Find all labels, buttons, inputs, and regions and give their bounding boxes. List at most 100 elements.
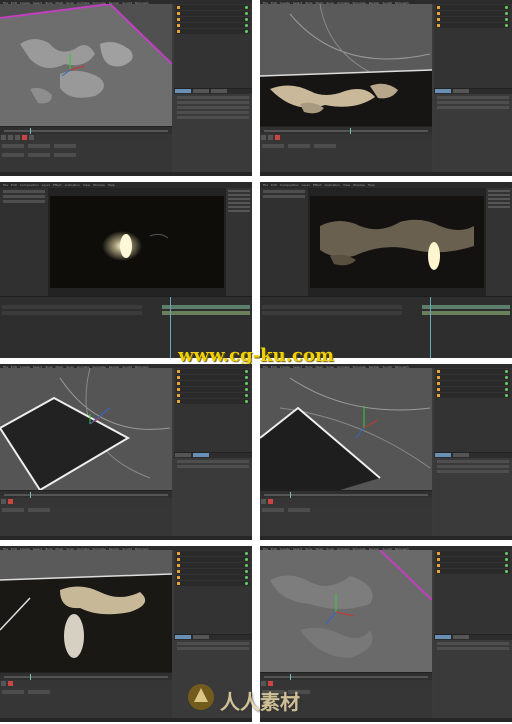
viewport[interactable] [260,550,432,672]
object-row[interactable] [436,381,510,386]
attr-tab[interactable] [435,453,451,457]
viewport[interactable] [0,550,172,672]
attr-tab[interactable] [453,453,469,457]
layer-bar[interactable] [162,311,250,315]
next-frame-button[interactable] [15,135,20,140]
menu-item[interactable]: Effect [53,182,62,188]
attr-field[interactable] [177,96,249,99]
project-item[interactable] [3,200,45,203]
attr-field[interactable] [177,116,249,119]
attr-field[interactable] [437,460,509,463]
timeline-layer[interactable] [2,305,142,309]
attr-tab[interactable] [175,453,191,457]
attr-field[interactable] [437,465,509,468]
object-row[interactable] [176,29,250,34]
play-button[interactable] [1,499,6,504]
menu-item[interactable]: View [343,182,350,188]
attr-tab[interactable] [211,89,227,93]
viewport[interactable] [0,368,172,490]
layer-bar[interactable] [162,305,250,309]
project-item[interactable] [3,195,45,198]
menu-item[interactable]: Window [93,182,105,188]
attr-tab[interactable] [435,635,451,639]
play-button[interactable] [8,135,13,140]
coord-field[interactable] [2,508,24,512]
object-row[interactable] [176,575,250,580]
coord-field[interactable] [288,508,310,512]
project-item[interactable] [263,190,305,193]
layer-bar[interactable] [422,305,510,309]
coord-field[interactable] [54,153,76,157]
coord-field[interactable] [28,153,50,157]
object-row[interactable] [176,375,250,380]
record-button[interactable] [8,681,13,686]
timeline-layer[interactable] [262,305,402,309]
menu-item[interactable]: Effect [313,182,322,188]
attr-field[interactable] [437,101,509,104]
viewport[interactable] [260,368,432,490]
attr-tab[interactable] [435,89,451,93]
object-row[interactable] [436,17,510,22]
record-button[interactable] [275,135,280,140]
play-button[interactable] [261,135,266,140]
attr-field[interactable] [177,647,249,650]
attr-field[interactable] [177,465,249,468]
attr-tab[interactable] [453,89,469,93]
menu-item[interactable]: Window [353,182,365,188]
object-row[interactable] [176,5,250,10]
object-row[interactable] [176,551,250,556]
coord-field[interactable] [262,508,284,512]
object-row[interactable] [436,557,510,562]
object-row[interactable] [176,393,250,398]
attr-field[interactable] [177,101,249,104]
attr-field[interactable] [177,106,249,109]
coord-field[interactable] [28,144,50,148]
coord-field[interactable] [262,144,284,148]
timeline-layer[interactable] [2,311,142,315]
coord-field[interactable] [2,153,24,157]
attr-field[interactable] [177,111,249,114]
attr-tab[interactable] [193,453,209,457]
project-item[interactable] [3,190,45,193]
keyframe-button[interactable] [29,135,34,140]
timeline-layer[interactable] [262,311,402,315]
attr-tab[interactable] [175,89,191,93]
composition-viewer[interactable] [310,196,484,288]
object-row[interactable] [436,23,510,28]
attr-field[interactable] [437,647,509,650]
object-row[interactable] [436,5,510,10]
record-button[interactable] [268,499,273,504]
object-row[interactable] [176,381,250,386]
attr-field[interactable] [177,460,249,463]
object-row[interactable] [436,569,510,574]
menu-item[interactable]: Help [368,182,375,188]
attr-field[interactable] [437,470,509,473]
object-row[interactable] [436,369,510,374]
coord-field[interactable] [288,144,310,148]
attr-field[interactable] [437,106,509,109]
coord-field[interactable] [28,690,50,694]
attr-tab[interactable] [453,635,469,639]
object-row[interactable] [436,11,510,16]
coord-field[interactable] [28,508,50,512]
object-row[interactable] [176,369,250,374]
play-button[interactable] [1,681,6,686]
attr-tab[interactable] [175,635,191,639]
object-row[interactable] [436,393,510,398]
menu-item[interactable]: Animation [65,182,80,188]
object-row[interactable] [176,563,250,568]
object-row[interactable] [176,557,250,562]
menu-item[interactable]: Animation [325,182,340,188]
coord-field[interactable] [54,144,76,148]
object-row[interactable] [176,399,250,404]
first-frame-button[interactable] [1,135,6,140]
attr-field[interactable] [437,96,509,99]
object-row[interactable] [176,387,250,392]
coord-field[interactable] [2,690,24,694]
attr-field[interactable] [437,642,509,645]
attr-tab[interactable] [193,635,209,639]
object-row[interactable] [176,581,250,586]
object-row[interactable] [176,23,250,28]
menu-item[interactable]: Help [108,182,115,188]
play-button[interactable] [261,499,266,504]
